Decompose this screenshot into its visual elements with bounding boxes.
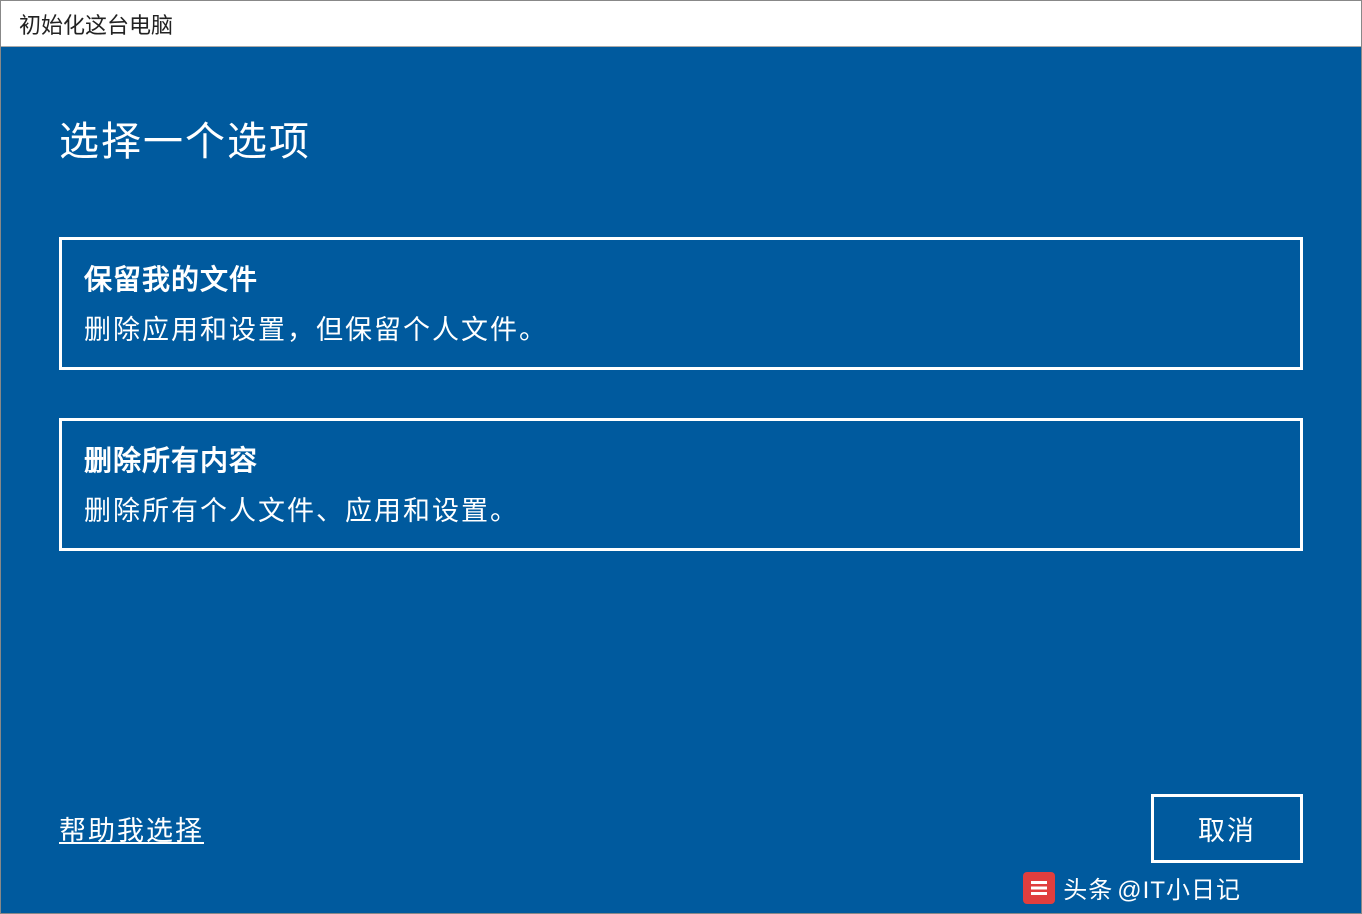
content-area: 选择一个选项 保留我的文件 删除应用和设置，但保留个人文件。 删除所有内容 删除… [1,47,1361,913]
watermark: 头条 @IT小日记 [1023,870,1241,905]
page-title: 选择一个选项 [59,109,1303,167]
watermark-text: @IT小日记 [1117,870,1241,905]
option-keep-files-description: 删除应用和设置，但保留个人文件。 [84,308,1278,347]
cancel-button[interactable]: 取消 [1151,794,1303,863]
help-link[interactable]: 帮助我选择 [59,809,204,848]
option-remove-everything-description: 删除所有个人文件、应用和设置。 [84,489,1278,528]
titlebar: 初始化这台电脑 [1,1,1361,47]
option-keep-files-title: 保留我的文件 [84,258,1278,298]
footer: 帮助我选择 取消 [59,794,1303,863]
option-remove-everything[interactable]: 删除所有内容 删除所有个人文件、应用和设置。 [59,418,1303,551]
dialog-window: 初始化这台电脑 选择一个选项 保留我的文件 删除应用和设置，但保留个人文件。 删… [0,0,1362,914]
option-remove-everything-title: 删除所有内容 [84,439,1278,479]
window-title: 初始化这台电脑 [19,8,173,40]
toutiao-icon [1023,872,1055,904]
watermark-prefix: 头条 [1063,870,1113,905]
option-keep-files[interactable]: 保留我的文件 删除应用和设置，但保留个人文件。 [59,237,1303,370]
